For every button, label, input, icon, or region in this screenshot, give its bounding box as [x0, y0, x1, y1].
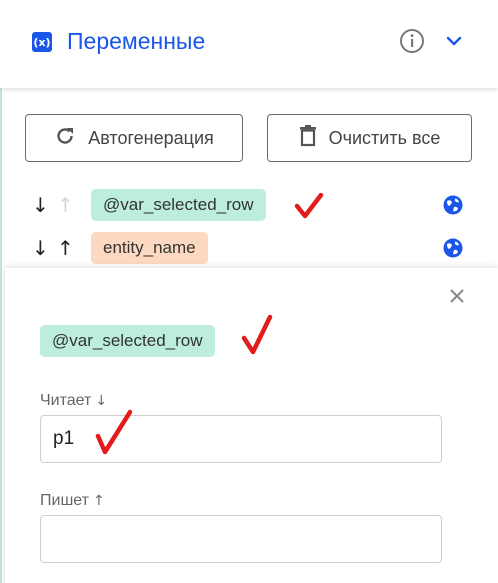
clear-all-button[interactable]: Очистить все: [267, 114, 472, 162]
variable-row: ↓ ↑ entity_name: [30, 231, 470, 265]
refresh-icon: [54, 125, 76, 152]
reads-arrow-icon[interactable]: ↓: [32, 238, 49, 258]
red-checkmark-annotation: [294, 192, 324, 224]
variable-chip[interactable]: @var_selected_row: [91, 189, 266, 221]
red-checkmark-annotation: [94, 408, 134, 461]
page-title: Переменные: [67, 28, 206, 54]
variable-row: ↓ ↑ @var_selected_row: [30, 188, 470, 222]
reads-label-text: Читает: [40, 392, 92, 409]
writes-label: Пишет ↑: [40, 492, 105, 510]
autogenerate-button[interactable]: Автогенерация: [25, 114, 243, 162]
trash-icon: [299, 124, 317, 152]
clear-all-label: Очистить все: [328, 127, 441, 148]
info-icon[interactable]: [399, 28, 425, 59]
variables-header: (x) Переменные: [0, 0, 498, 88]
arrow-down-icon: ↓: [95, 393, 108, 409]
autogenerate-label: Автогенерация: [88, 127, 214, 148]
writes-input[interactable]: [40, 515, 442, 563]
variable-chip[interactable]: entity_name: [91, 232, 208, 264]
variables-icon: (x): [32, 32, 52, 52]
globe-icon[interactable]: [443, 195, 463, 220]
reads-arrow-icon[interactable]: ↓: [32, 195, 49, 215]
writes-arrow-icon[interactable]: ↑: [57, 238, 74, 258]
selected-variable-chip: @var_selected_row: [40, 325, 215, 357]
globe-icon[interactable]: [443, 238, 463, 263]
writes-arrow-icon[interactable]: ↑: [57, 195, 74, 215]
red-checkmark-annotation: [240, 314, 274, 361]
close-icon[interactable]: [448, 287, 466, 310]
arrow-up-icon: ↑: [92, 493, 105, 509]
writes-label-text: Пишет: [40, 492, 89, 509]
chevron-down-icon[interactable]: [444, 31, 464, 56]
